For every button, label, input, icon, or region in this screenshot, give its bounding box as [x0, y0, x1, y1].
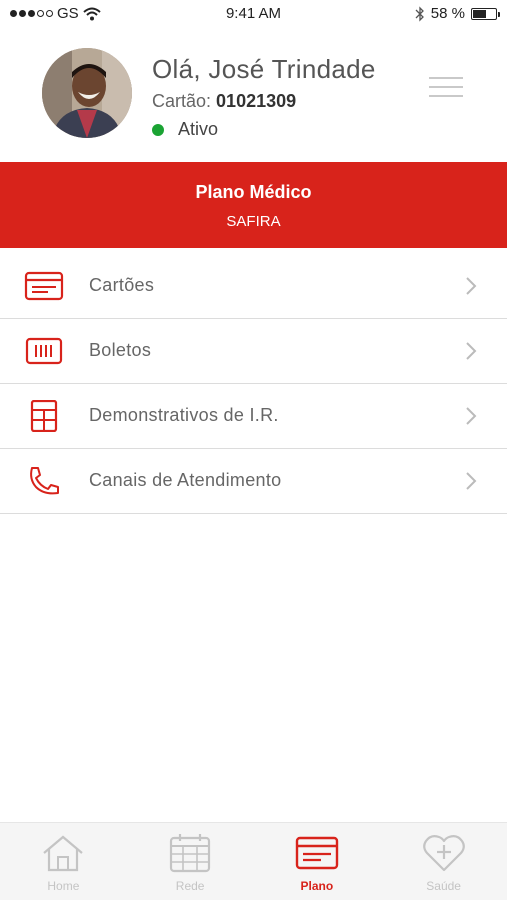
card-icon	[295, 836, 339, 870]
tab-label: Saúde	[426, 879, 461, 893]
tab-label: Plano	[300, 879, 334, 893]
chevron-right-icon	[466, 342, 477, 360]
menu-item-label: Boletos	[89, 340, 152, 360]
status-right: 58 %	[415, 5, 500, 22]
plan-title: Plano Médico	[195, 182, 312, 202]
status-indicator-icon	[152, 123, 164, 136]
menu-item-demonstrativos[interactable]: Demonstrativos de I.R.	[0, 384, 507, 449]
hamburger-line	[429, 86, 463, 88]
menu-item-canais-atendimento[interactable]: Canais de Atendimento	[0, 449, 507, 514]
phone-icon	[30, 467, 59, 495]
menu-item-label: Demonstrativos de I.R.	[89, 405, 279, 425]
avatar[interactable]	[42, 48, 132, 138]
calendar-icon	[170, 834, 211, 873]
tab-home[interactable]: Home	[0, 823, 127, 900]
tab-saude[interactable]: Saúde	[380, 823, 507, 900]
card-number: 01021309	[216, 91, 297, 111]
chevron-right-icon	[466, 407, 477, 425]
tab-plano[interactable]: Plano	[254, 823, 381, 900]
plan-menu-list: Cartões Boletos Demonstrativos de I.R. C…	[0, 254, 507, 514]
hamburger-line	[429, 95, 463, 97]
user-greeting: Olá, José Trindade	[152, 54, 376, 84]
account-status: Ativo	[152, 119, 218, 140]
hamburger-line	[429, 77, 463, 79]
plan-banner[interactable]: Plano Médico SAFIRA	[0, 162, 507, 248]
chevron-right-icon	[466, 277, 477, 295]
tab-label: Rede	[175, 879, 205, 893]
table-grid-icon	[30, 400, 58, 432]
home-icon	[43, 835, 84, 872]
plan-name: SAFIRA	[226, 213, 281, 230]
status-text: Ativo	[178, 119, 219, 139]
heart-plus-icon	[422, 835, 465, 872]
card-icon	[24, 271, 64, 301]
chevron-right-icon	[466, 472, 477, 490]
tab-rede[interactable]: Rede	[127, 823, 254, 900]
battery-percent: 58 %	[430, 5, 465, 22]
barcode-icon	[25, 337, 63, 365]
menu-item-label: Canais de Atendimento	[89, 470, 282, 490]
menu-item-boletos[interactable]: Boletos	[0, 319, 507, 384]
card-info: Cartão: 01021309	[152, 91, 296, 112]
tab-label: Home	[47, 879, 80, 893]
status-bar: GS 9:41 AM 58 %	[0, 0, 507, 28]
hamburger-menu-button[interactable]	[429, 77, 463, 99]
card-label: Cartão:	[152, 91, 212, 111]
battery-icon	[471, 7, 500, 20]
profile-header: Olá, José Trindade Cartão: 01021309 Ativ…	[0, 28, 507, 162]
bottom-tab-bar: Home Rede Plano Saúde	[0, 822, 507, 900]
menu-item-cartoes[interactable]: Cartões	[0, 254, 507, 319]
menu-item-label: Cartões	[89, 275, 155, 295]
bluetooth-icon	[415, 5, 424, 22]
